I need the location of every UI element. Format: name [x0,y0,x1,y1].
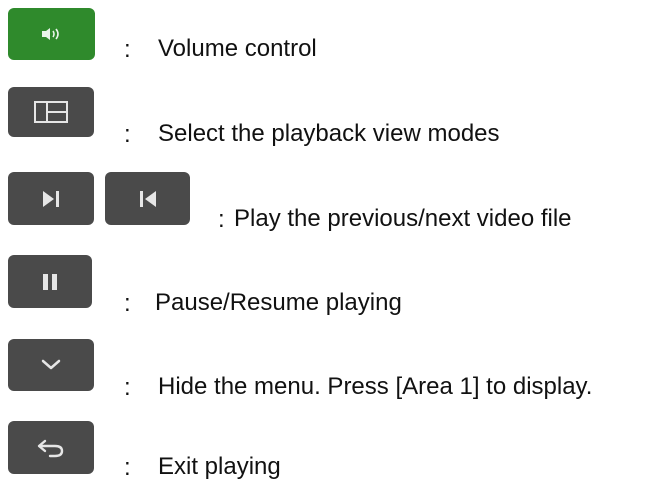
view-modes-icon [34,101,68,123]
volume-icon [40,26,64,42]
chevron-down-icon [40,358,62,372]
return-icon [36,438,66,458]
volume-button[interactable] [8,8,95,60]
view-modes-description: Select the playback view modes [158,120,500,147]
exit-button[interactable] [8,421,94,474]
separator-colon: : [124,36,131,63]
previous-file-button[interactable] [105,172,190,225]
exit-description: Exit playing [158,453,281,480]
view-modes-button[interactable] [8,87,94,137]
next-icon [40,189,62,209]
volume-description: Volume control [158,35,317,62]
hide-menu-description: Hide the menu. Press [Area 1] to display… [158,373,593,400]
hide-menu-button[interactable] [8,339,94,391]
separator-colon: : [124,454,131,481]
pause-icon [41,272,59,292]
separator-colon: : [124,121,131,148]
previous-icon [137,189,159,209]
pause-button[interactable] [8,255,92,308]
separator-colon: : [124,374,131,401]
pause-description: Pause/Resume playing [155,289,402,316]
previous-next-description: Play the previous/next video file [234,205,572,232]
next-file-button[interactable] [8,172,94,225]
separator-colon: : [124,290,131,317]
separator-colon: : [218,206,225,233]
